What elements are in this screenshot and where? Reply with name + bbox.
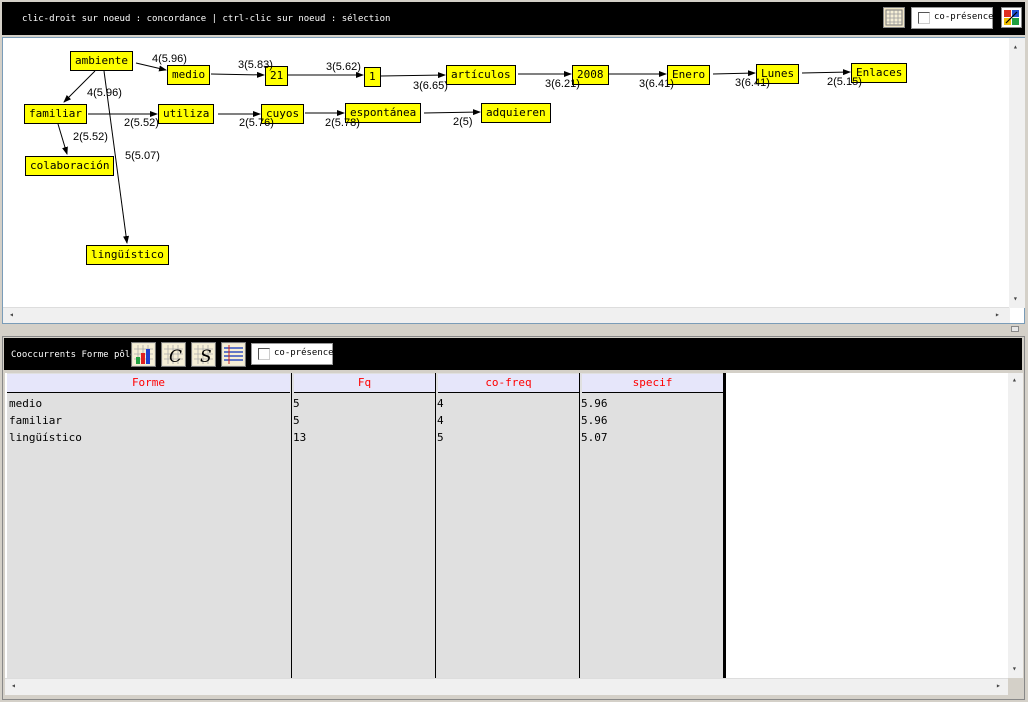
scroll-right-icon[interactable]: ▸ — [996, 681, 1001, 690]
header-cofreq[interactable]: co-freq — [438, 374, 579, 393]
edge-label-utiliza-cuyos: 2(5.76) — [239, 117, 274, 129]
edge-medio-21 — [210, 71, 265, 78]
node-1[interactable]: 1 — [364, 67, 381, 87]
scroll-up-icon[interactable]: ▴ — [1013, 42, 1018, 51]
table-cell[interactable]: 5.07 — [581, 431, 608, 444]
scroll-up-icon[interactable]: ▴ — [1012, 375, 1017, 384]
table-cell[interactable]: lingüístico — [9, 431, 82, 444]
table-horizontal-scrollbar[interactable]: ◂ ▸ — [5, 678, 1008, 695]
node-familiar[interactable]: familiar — [24, 104, 87, 124]
node-articulos[interactable]: artículos — [446, 65, 516, 85]
table-cell[interactable]: 5.96 — [581, 397, 608, 410]
cooccurrents-table: Forme Fq co-freq specif medio 5 4 5.96 f… — [5, 373, 1008, 678]
copresence-checkbox-bottom[interactable]: co-présence — [251, 343, 334, 365]
node-utiliza[interactable]: utiliza — [158, 104, 215, 124]
table-cell[interactable]: 5 — [437, 431, 444, 444]
header-specif[interactable]: specif — [582, 374, 723, 393]
column-cofreq — [436, 373, 582, 678]
edge-label-enero-lunes: 3(6.41) — [735, 77, 770, 89]
scroll-down-icon[interactable]: ▾ — [1012, 664, 1017, 673]
cooccurrents-title: Cooccurrents Forme pôle — [11, 350, 136, 360]
scroll-left-icon[interactable]: ◂ — [9, 310, 14, 319]
edge-label-ambiente-medio: 4(5.96) — [152, 53, 187, 65]
svg-text:C: C — [169, 347, 182, 366]
column-fq — [292, 373, 438, 678]
s-grid-icon[interactable]: S — [191, 342, 216, 367]
graph-edges — [57, 62, 851, 244]
edge-label-ambiente-familiar: 4(5.96) — [87, 87, 122, 99]
header-forme[interactable]: Forme — [7, 374, 290, 393]
splitter-handle[interactable] — [1011, 326, 1019, 332]
scroll-down-icon[interactable]: ▾ — [1013, 294, 1018, 303]
table-vertical-scrollbar[interactable]: ▴ ▾ — [1008, 373, 1023, 678]
edge-1-articulos — [380, 72, 446, 79]
c-grid-icon[interactable]: C — [161, 342, 186, 367]
checkbox-icon[interactable] — [258, 348, 270, 360]
table-cell[interactable]: medio — [9, 397, 42, 410]
table-cell[interactable]: 4 — [437, 397, 444, 410]
edge-espontanea-adquieren — [423, 109, 481, 116]
edge-label-1-articulos: 3(6.65) — [413, 80, 448, 92]
table-cell[interactable]: 5.96 — [581, 414, 608, 427]
table-cell[interactable]: 5 — [293, 397, 300, 410]
table-cell[interactable]: 5 — [293, 414, 300, 427]
table-cell[interactable]: 13 — [293, 431, 306, 444]
edge-label-medio-21: 3(5.83) — [238, 59, 273, 71]
table-cell[interactable]: 4 — [437, 414, 444, 427]
edge-familiar-colaboracion — [57, 123, 68, 155]
panel-splitter[interactable] — [0, 325, 1028, 335]
svg-text:S: S — [200, 347, 212, 366]
chart-icon[interactable] — [131, 342, 156, 367]
scroll-left-icon[interactable]: ◂ — [11, 681, 16, 690]
graph-horizontal-scrollbar[interactable]: ◂ ▸ — [3, 307, 1010, 323]
edge-label-21-1: 3(5.62) — [326, 61, 361, 73]
node-adquieren[interactable]: adquieren — [481, 103, 551, 123]
copresence-label: co-présence — [274, 348, 334, 358]
header-fq[interactable]: Fq — [294, 374, 435, 393]
list-icon[interactable] — [221, 342, 246, 367]
edge-label-lunes-enlaces: 2(5.15) — [827, 76, 862, 88]
edge-label-articulos-2008: 3(6.21) — [545, 78, 580, 90]
node-colaboracion[interactable]: colaboración — [25, 156, 115, 176]
edge-label-familiar-utiliza: 2(5.52) — [124, 117, 159, 129]
edge-enero-lunes — [712, 70, 756, 77]
node-medio[interactable]: medio — [167, 65, 211, 85]
edge-label-espontanea-adquieren: 2(5) — [453, 116, 473, 128]
cooccurrents-toolbar: Cooccurrents Forme pôle — [4, 338, 1022, 370]
node-ambiente[interactable]: ambiente — [70, 51, 133, 71]
node-linguistico[interactable]: lingüístico — [86, 245, 169, 265]
edge-lunes-enlaces — [801, 69, 851, 76]
table-cell[interactable]: familiar — [9, 414, 62, 427]
edge-label-cuyos-espontanea: 2(5.78) — [325, 117, 360, 129]
scroll-right-icon[interactable]: ▸ — [995, 310, 1000, 319]
graph-vertical-scrollbar[interactable]: ▴ ▾ — [1009, 38, 1025, 308]
edge-label-familiar-colaboracion: 2(5.52) — [73, 131, 108, 143]
edge-label-2008-enero: 3(6.41) — [639, 78, 674, 90]
edge-label-ambiente-linguistico: 5(5.07) — [125, 150, 160, 162]
